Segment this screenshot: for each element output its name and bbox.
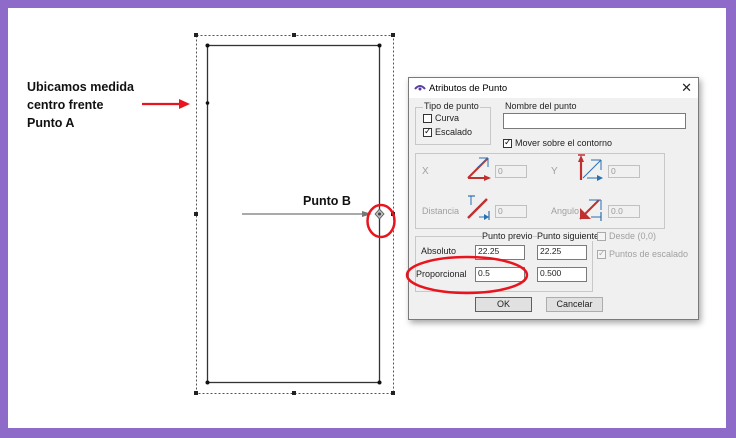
y-label: Y <box>551 166 558 177</box>
tipo-de-punto-label: Tipo de punto <box>423 101 480 111</box>
punto-siguiente-header: Punto siguiente <box>537 231 600 241</box>
desde-label: Desde (0,0) <box>609 231 657 241</box>
proporcional-label: Proporcional <box>416 269 467 279</box>
puntos-de-escalado-label: Puntos de escalado <box>609 249 689 259</box>
desde-checkbox[interactable] <box>597 232 606 241</box>
annotation-line-3: Punto A <box>27 116 75 130</box>
proporcional-previo-input[interactable]: 0.5 <box>475 267 525 282</box>
grey-arrow-icon <box>242 211 372 217</box>
curva-label: Curva <box>435 113 460 123</box>
red-arrow-icon <box>142 99 190 109</box>
absoluto-label: Absoluto <box>421 246 457 256</box>
punto-b-highlight <box>366 203 396 239</box>
angulo-label: Angulo <box>551 206 580 216</box>
absoluto-previo-input[interactable]: 22.25 <box>475 245 525 260</box>
distancia-label: Distancia <box>422 206 460 216</box>
puntos-de-escalado-checkbox[interactable] <box>597 248 606 259</box>
x-move-icon <box>467 157 491 181</box>
punto-b-marker[interactable] <box>374 208 385 220</box>
x-input[interactable]: 0 <box>495 165 527 178</box>
annotation-punto-b: Punto B <box>303 194 351 208</box>
dialog-title: Atributos de Punto <box>429 83 508 94</box>
annotation-line-1: Ubicamos medida <box>27 80 134 94</box>
dialog-title-bar[interactable]: Atributos de Punto ✕ <box>409 78 698 98</box>
close-icon[interactable]: ✕ <box>681 80 692 96</box>
dialog-app-icon <box>414 85 426 91</box>
distancia-input[interactable]: 0 <box>495 205 527 218</box>
escalado-label: Escalado <box>435 127 473 137</box>
annotation-left: Ubicamos medida centro frente Punto A <box>27 78 134 132</box>
atributos-de-punto-dialog: Atributos de Punto ✕ Tipo de punto Curva… <box>408 77 699 320</box>
angulo-input[interactable]: 0.0 <box>608 205 640 218</box>
cancel-button[interactable]: Cancelar <box>546 297 603 312</box>
nombre-del-punto-label: Nombre del punto <box>505 101 577 111</box>
y-input[interactable]: 0 <box>608 165 640 178</box>
mover-sobre-contorno-label: Mover sobre el contorno <box>515 138 613 148</box>
x-label: X <box>422 166 429 177</box>
curva-checkbox[interactable] <box>423 114 432 123</box>
y-move-icon <box>578 154 603 181</box>
mover-sobre-contorno-checkbox[interactable] <box>503 137 512 148</box>
escalado-checkbox[interactable] <box>423 126 432 137</box>
absoluto-siguiente-input[interactable]: 22.25 <box>537 245 587 260</box>
punto-a-marker[interactable] <box>205 101 210 105</box>
distancia-icon <box>467 195 490 220</box>
ok-button[interactable]: OK <box>475 297 532 312</box>
nombre-del-punto-input[interactable] <box>503 113 686 129</box>
proporcional-siguiente-input[interactable]: 0.500 <box>537 267 587 282</box>
angulo-icon <box>579 199 602 221</box>
punto-previo-header: Punto previo <box>482 231 533 241</box>
annotation-line-2: centro frente <box>27 98 104 112</box>
